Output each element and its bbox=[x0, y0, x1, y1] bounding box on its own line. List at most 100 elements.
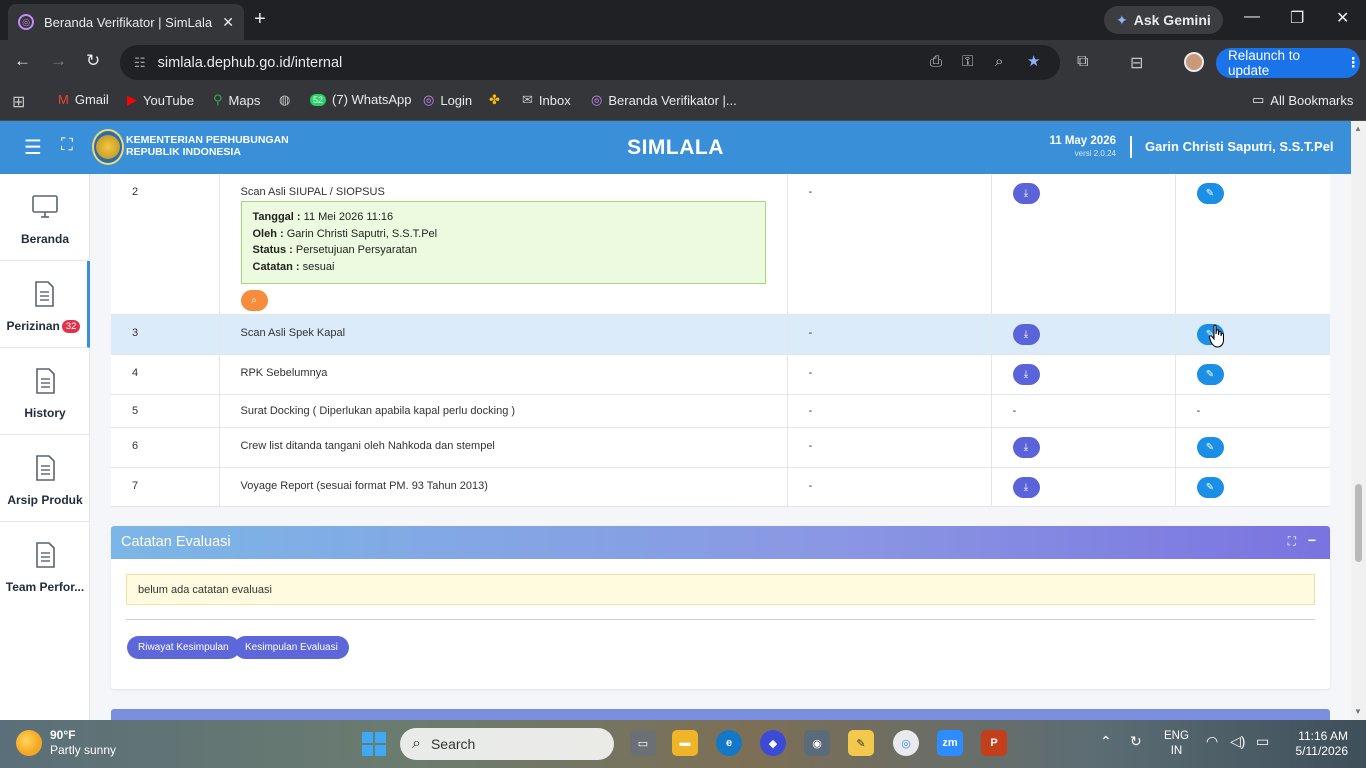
download-icon: ⤓ bbox=[1023, 188, 1029, 199]
windows-start-icon[interactable] bbox=[362, 732, 386, 756]
download-button[interactable]: ⤓ bbox=[1012, 323, 1040, 345]
document-icon bbox=[36, 455, 55, 481]
scroll-up-icon[interactable]: ▲ bbox=[1354, 124, 1362, 133]
hamburger-menu-icon[interactable]: ☰ bbox=[24, 135, 42, 160]
bookmark-maps[interactable]: ⚲ Maps bbox=[213, 92, 260, 108]
relaunch-button[interactable]: Relaunch to update ⋮ bbox=[1216, 48, 1360, 78]
powerpoint-icon[interactable]: P bbox=[981, 730, 1007, 756]
extensions-icon[interactable]: ⧉ bbox=[1077, 53, 1088, 71]
sidebar: Beranda Perizinan 32 History Arsip Produk bbox=[0, 174, 90, 720]
download-button[interactable]: ⤓ bbox=[1012, 436, 1040, 458]
page-scrollbar[interactable]: ▲ ▼ bbox=[1351, 121, 1366, 720]
bookmark-inbox[interactable]: ✉ Inbox bbox=[522, 92, 571, 108]
scroll-down-icon[interactable]: ▼ bbox=[1354, 707, 1362, 716]
forward-icon[interactable]: → bbox=[50, 51, 67, 71]
riwayat-kesimpulan-button[interactable]: Riwayat Kesimpulan bbox=[127, 636, 240, 659]
browser-tab-active[interactable]: ◎ Beranda Verifikator | SimLala ✕ bbox=[8, 4, 244, 40]
document-status: - bbox=[787, 394, 992, 428]
bookmark-pinwheel[interactable]: ✤ bbox=[489, 92, 500, 108]
back-icon[interactable]: ← bbox=[14, 51, 31, 71]
tab-search-icon[interactable]: ⊟ bbox=[1130, 53, 1143, 73]
taskbar-search[interactable]: ⌕ Search bbox=[400, 728, 614, 760]
table-row: 4 RPK Sebelumnya - ⤓ ✎ bbox=[111, 354, 1330, 395]
site-info-icon[interactable]: ☷ bbox=[134, 55, 146, 71]
new-tab-button[interactable]: + bbox=[254, 8, 266, 31]
download-icon: ⤓ bbox=[1023, 328, 1029, 340]
bookmark-youtube[interactable]: ▶ YouTube bbox=[127, 92, 194, 108]
kesimpulan-evaluasi-button[interactable]: Kesimpulan Evaluasi bbox=[234, 636, 349, 659]
weather-widget[interactable]: 90°F Partly sunny bbox=[16, 728, 116, 758]
battery-icon[interactable]: ▭ bbox=[1256, 733, 1269, 750]
taskbar-search-label: Search bbox=[430, 736, 476, 752]
password-key-icon[interactable]: ⚿ bbox=[962, 53, 973, 70]
copilot-icon[interactable]: ◆ bbox=[760, 730, 786, 756]
search-icon: ⌕ bbox=[251, 295, 257, 306]
row-number: 5 bbox=[111, 394, 220, 428]
close-window-icon[interactable]: ✕ bbox=[1336, 8, 1349, 28]
sync-icon[interactable]: ↻ bbox=[1130, 733, 1142, 750]
edit-button[interactable]: ✎ bbox=[1196, 363, 1224, 385]
document-icon bbox=[34, 281, 54, 307]
sticky-notes-icon[interactable]: ✎ bbox=[848, 730, 874, 756]
ask-gemini-label: Ask Gemini bbox=[1133, 12, 1211, 28]
user-name[interactable]: Garin Christi Saputri, S.S.T.Pel bbox=[1145, 139, 1334, 154]
download-button[interactable]: ⤓ bbox=[1012, 363, 1040, 385]
apps-grid-icon[interactable]: ⊞ bbox=[12, 92, 25, 112]
show-hidden-icons[interactable]: ⌃ bbox=[1100, 733, 1112, 750]
bookmark-whatsapp[interactable]: 52 (7) WhatsApp bbox=[310, 92, 412, 107]
system-clock[interactable]: 11:16 AM 5/11/2026 bbox=[1280, 729, 1349, 759]
expand-icon[interactable]: ⛶ bbox=[1288, 534, 1296, 549]
file-explorer-icon[interactable]: ▬ bbox=[672, 730, 698, 756]
pinwheel-icon: ✤ bbox=[489, 92, 500, 107]
fullscreen-icon[interactable]: ⛶ bbox=[61, 135, 73, 155]
sidebar-item-beranda[interactable]: Beranda bbox=[0, 174, 90, 261]
bookmark-login[interactable]: ◎ Login bbox=[423, 92, 472, 108]
edge-browser-icon[interactable]: e bbox=[716, 730, 742, 756]
edit-button[interactable]: ✎ bbox=[1196, 436, 1224, 458]
bookmark-star-icon[interactable]: ★ bbox=[1027, 52, 1040, 70]
more-menu-icon[interactable]: ⋮ bbox=[1347, 55, 1361, 71]
profile-avatar[interactable] bbox=[1184, 52, 1204, 72]
url-omnibox[interactable]: ☷ simlala.dephub.go.id/internal bbox=[120, 45, 1060, 80]
download-button[interactable]: ⤓ bbox=[1012, 183, 1040, 204]
zoom-icon[interactable]: ⌕ bbox=[995, 53, 1003, 70]
task-view-icon[interactable]: ▭ bbox=[630, 730, 656, 756]
view-detail-button[interactable]: ⌕ bbox=[240, 290, 268, 311]
input-language[interactable]: ENG IN bbox=[1164, 729, 1189, 759]
download-button[interactable]: ⤓ bbox=[1012, 476, 1040, 498]
bookmark-globe[interactable]: ◍ bbox=[279, 92, 290, 108]
edit-button[interactable]: ✎ bbox=[1196, 476, 1224, 498]
sidebar-item-history[interactable]: History bbox=[0, 348, 90, 435]
divider bbox=[126, 619, 1315, 620]
all-bookmarks[interactable]: ▭ All Bookmarks bbox=[1252, 92, 1353, 108]
collapse-icon[interactable]: − bbox=[1308, 532, 1316, 548]
header-separator bbox=[1130, 136, 1132, 158]
volume-icon[interactable]: ◁) bbox=[1230, 733, 1245, 750]
wifi-icon[interactable]: ◠ bbox=[1206, 733, 1218, 750]
perizinan-count-badge: 32 bbox=[61, 320, 81, 334]
partly-sunny-icon bbox=[16, 730, 42, 756]
edit-button[interactable]: ✎ bbox=[1196, 183, 1224, 204]
chrome-icon[interactable]: ◎ bbox=[893, 730, 919, 756]
sidebar-item-team-performance[interactable]: Team Perfor... bbox=[0, 522, 90, 609]
close-tab-icon[interactable]: ✕ bbox=[222, 14, 234, 31]
weather-condition: Partly sunny bbox=[50, 743, 117, 757]
tab-title: Beranda Verifikator | SimLala bbox=[44, 14, 213, 30]
bookmark-gmail[interactable]: M Gmail bbox=[58, 92, 109, 107]
sidebar-item-arsip-produk[interactable]: Arsip Produk bbox=[0, 435, 90, 522]
ministry-logo bbox=[92, 129, 124, 165]
zoom-app-icon[interactable]: zm bbox=[937, 730, 963, 756]
header-date: 11 May 2026 bbox=[1049, 135, 1116, 147]
restore-icon[interactable]: ❐ bbox=[1290, 8, 1304, 28]
scrollbar-thumb[interactable] bbox=[1355, 484, 1362, 562]
minimize-icon[interactable]: — bbox=[1244, 8, 1260, 26]
bookmark-beranda-verifikator[interactable]: ◎ Beranda Verifikator |... bbox=[591, 92, 737, 108]
ask-gemini-button[interactable]: ✦ Ask Gemini bbox=[1104, 6, 1223, 34]
table-row: 5 Surat Docking ( Diperlukan apabila kap… bbox=[111, 394, 1330, 428]
sidebar-item-perizinan[interactable]: Perizinan 32 bbox=[0, 261, 90, 348]
reload-icon[interactable]: ↻ bbox=[86, 51, 100, 71]
install-app-icon[interactable]: ⎙ bbox=[930, 53, 942, 70]
camera-icon[interactable]: ◉ bbox=[804, 730, 830, 756]
main-content: 2 Scan Asli SIUPAL / SIOPSUS Tanggal : 1… bbox=[91, 174, 1351, 720]
edit-unavailable: - bbox=[1175, 394, 1330, 428]
